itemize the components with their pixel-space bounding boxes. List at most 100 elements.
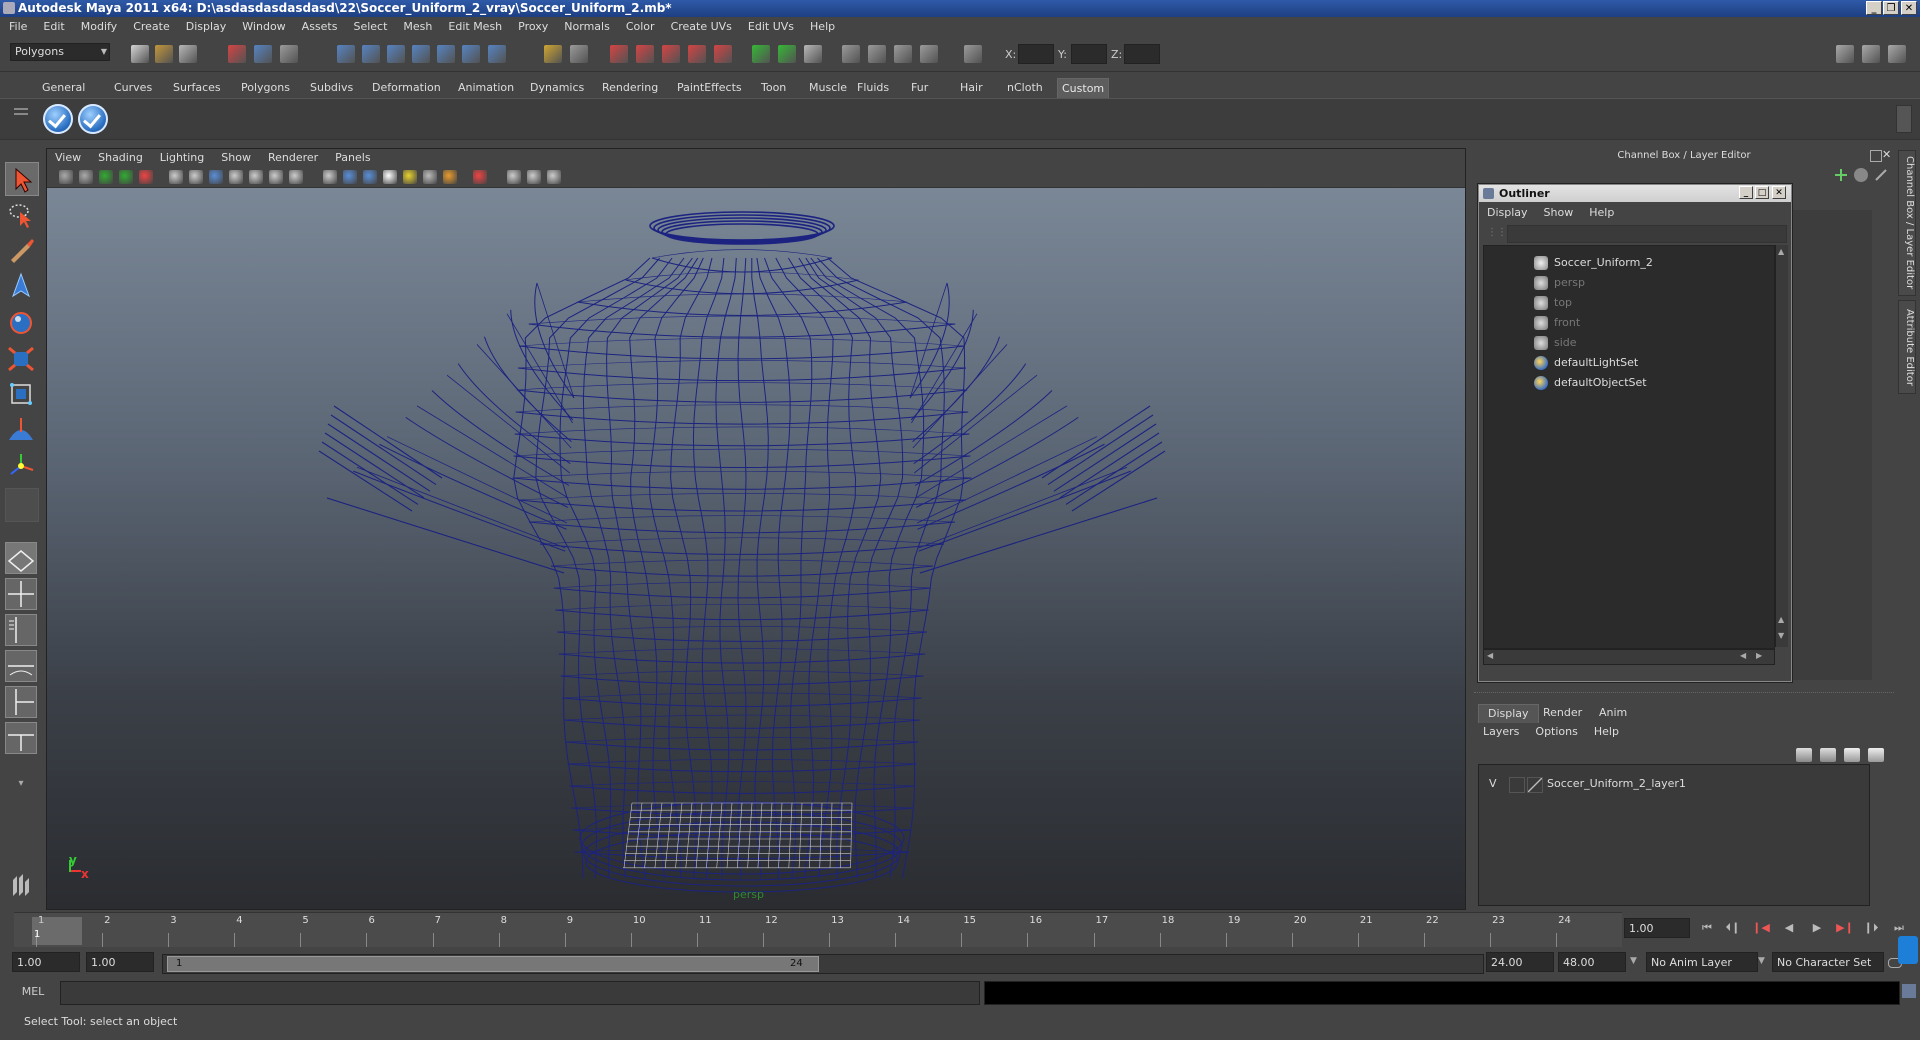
- select-object-icon[interactable]: [254, 45, 272, 63]
- outliner-item[interactable]: defaultLightSet: [1554, 354, 1638, 372]
- scroll-right-icon[interactable]: ▶: [1756, 651, 1762, 660]
- safe-title-icon[interactable]: [289, 170, 303, 184]
- scale-tool-icon[interactable]: [5, 342, 39, 376]
- step-forward-key-icon[interactable]: ▶❙: [1836, 920, 1854, 936]
- menu-file[interactable]: File: [0, 17, 34, 37]
- menu-display[interactable]: Display: [177, 17, 234, 37]
- snap-view-plane-icon[interactable]: [412, 45, 430, 63]
- history-icon[interactable]: [610, 45, 628, 63]
- quick-layout-icon[interactable]: [5, 870, 39, 904]
- viewport-menu-lighting[interactable]: Lighting: [152, 149, 213, 167]
- shelf-tab-rendering[interactable]: Rendering: [598, 78, 662, 97]
- construction-icon[interactable]: [636, 45, 654, 63]
- layer-visibility-toggle[interactable]: V: [1489, 775, 1505, 793]
- chevron-down-icon[interactable]: ▼: [1758, 956, 1765, 966]
- shelf-tab-toon[interactable]: Toon: [757, 78, 790, 97]
- persp-graph-layout-icon[interactable]: [5, 650, 37, 682]
- channel-box-side-tab[interactable]: Channel Box / Layer Editor: [1898, 150, 1916, 296]
- smooth-shade-icon[interactable]: [343, 170, 357, 184]
- lasso-tool-icon[interactable]: [5, 198, 39, 232]
- menu-mesh[interactable]: Mesh: [394, 17, 439, 37]
- outliner-minimize-button[interactable]: _: [1739, 186, 1753, 199]
- render-settings-icon[interactable]: [804, 45, 822, 63]
- outliner-item[interactable]: Soccer_Uniform_2: [1554, 254, 1653, 272]
- shadows-icon[interactable]: [443, 170, 457, 184]
- layer-menu-help[interactable]: Help: [1585, 722, 1626, 742]
- scroll-left-icon-2[interactable]: ◀: [1740, 651, 1746, 660]
- persp-graph-hypergraph-layout-icon[interactable]: [5, 722, 37, 754]
- new-layer-icon[interactable]: [1844, 748, 1860, 762]
- channel-box-icon[interactable]: [1834, 168, 1848, 182]
- lock-icon[interactable]: [544, 45, 562, 63]
- panel-float-icon[interactable]: [1870, 150, 1882, 162]
- camera-attributes-icon[interactable]: [79, 170, 93, 184]
- xray-icon[interactable]: [507, 170, 521, 184]
- outliner-search-field[interactable]: [1507, 225, 1787, 243]
- play-forwards-icon[interactable]: ▶: [1808, 920, 1826, 936]
- scroll-down-icon[interactable]: ▼: [1778, 631, 1784, 640]
- four-view-layout-icon[interactable]: [5, 578, 37, 610]
- viewport-menu-show[interactable]: Show: [213, 149, 260, 167]
- shelf-tab-animation[interactable]: Animation: [454, 78, 518, 97]
- shelf-tab-subdivs[interactable]: Subdivs: [306, 78, 357, 97]
- xray-joints-icon[interactable]: [527, 170, 541, 184]
- make-live-icon[interactable]: [437, 45, 455, 63]
- rotate-tool-icon[interactable]: [5, 306, 39, 340]
- time-slider[interactable]: 1 2 3 4 5 6 7 8 9 10 11 12 13 14 15 16 17 18 19 20 21 22 23 24 1: [14, 912, 1622, 947]
- move-tool-icon[interactable]: [5, 270, 39, 304]
- paint-select-tool-icon[interactable]: [5, 234, 39, 268]
- step-back-key-icon[interactable]: ❙◀: [1752, 920, 1770, 936]
- outliner-item[interactable]: persp: [1554, 274, 1585, 292]
- step-back-frame-icon[interactable]: ⏴❙: [1724, 920, 1742, 936]
- menu-normals[interactable]: Normals: [555, 17, 617, 37]
- shirt-wireframe-model[interactable]: [47, 188, 1465, 909]
- tool-settings-toggle-icon[interactable]: [1888, 45, 1906, 63]
- close-button[interactable]: ✕: [1901, 1, 1917, 15]
- step-forward-frame-icon[interactable]: ❙⏵: [1862, 920, 1880, 936]
- outliner-menu-help[interactable]: Help: [1581, 203, 1622, 223]
- layer-tab-render[interactable]: Render: [1534, 704, 1591, 722]
- z-input[interactable]: [1124, 44, 1160, 64]
- menu-modify[interactable]: Modify: [72, 17, 124, 37]
- xray-components-icon[interactable]: [547, 170, 561, 184]
- outliner-item[interactable]: front: [1554, 314, 1580, 332]
- snap-surface-icon[interactable]: [462, 45, 480, 63]
- save-scene-icon[interactable]: [179, 45, 197, 63]
- universal-manipulator-icon[interactable]: [5, 378, 39, 412]
- start-time-field[interactable]: 1.00: [12, 952, 80, 972]
- layer-tab-anim[interactable]: Anim: [1590, 704, 1636, 722]
- two-d-pan-icon[interactable]: [139, 170, 153, 184]
- shelf-tab-muscle[interactable]: Muscle: [805, 78, 851, 97]
- input-ops-icon[interactable]: [688, 45, 706, 63]
- snap-curve-icon[interactable]: [362, 45, 380, 63]
- attribute-editor-toggle-icon[interactable]: [1836, 45, 1854, 63]
- viewport-canvas[interactable]: y x persp: [47, 188, 1465, 909]
- resolution-gate-icon[interactable]: [209, 170, 223, 184]
- preferences-icon[interactable]: [1898, 936, 1918, 964]
- tool-settings-icon[interactable]: [1874, 168, 1888, 182]
- viewport-menu-panels[interactable]: Panels: [327, 149, 379, 167]
- shelf-menu-icon[interactable]: [12, 78, 30, 138]
- wireframe-icon[interactable]: [323, 170, 337, 184]
- hypershade-icon[interactable]: [842, 45, 860, 63]
- layer-menu-options[interactable]: Options: [1526, 722, 1584, 742]
- end-time-field[interactable]: 48.00: [1558, 952, 1626, 972]
- x-input[interactable]: [1018, 44, 1054, 64]
- select-camera-icon[interactable]: [59, 170, 73, 184]
- transform-mode-icon[interactable]: [964, 45, 982, 63]
- last-tool-slot[interactable]: [5, 488, 39, 522]
- shelf-tab-ncloth[interactable]: nCloth: [1003, 78, 1047, 97]
- show-manipulator-icon[interactable]: [5, 450, 39, 484]
- select-component-icon[interactable]: [280, 45, 298, 63]
- outliner-horizontal-scrollbar[interactable]: ◀ ◀ ▶: [1483, 649, 1775, 665]
- range-slider-track[interactable]: 1 24: [162, 954, 1484, 974]
- magnet-icon[interactable]: [662, 45, 680, 63]
- menu-create[interactable]: Create: [124, 17, 177, 37]
- all-lights-icon[interactable]: [423, 170, 437, 184]
- layer-color-swatch[interactable]: [1527, 777, 1543, 793]
- menu-edit[interactable]: Edit: [34, 17, 71, 37]
- channel-box-toggle-icon[interactable]: [1862, 45, 1880, 63]
- shelf-tab-curves[interactable]: Curves: [110, 78, 156, 97]
- new-scene-icon[interactable]: [131, 45, 149, 63]
- attribute-icon[interactable]: [1854, 168, 1868, 182]
